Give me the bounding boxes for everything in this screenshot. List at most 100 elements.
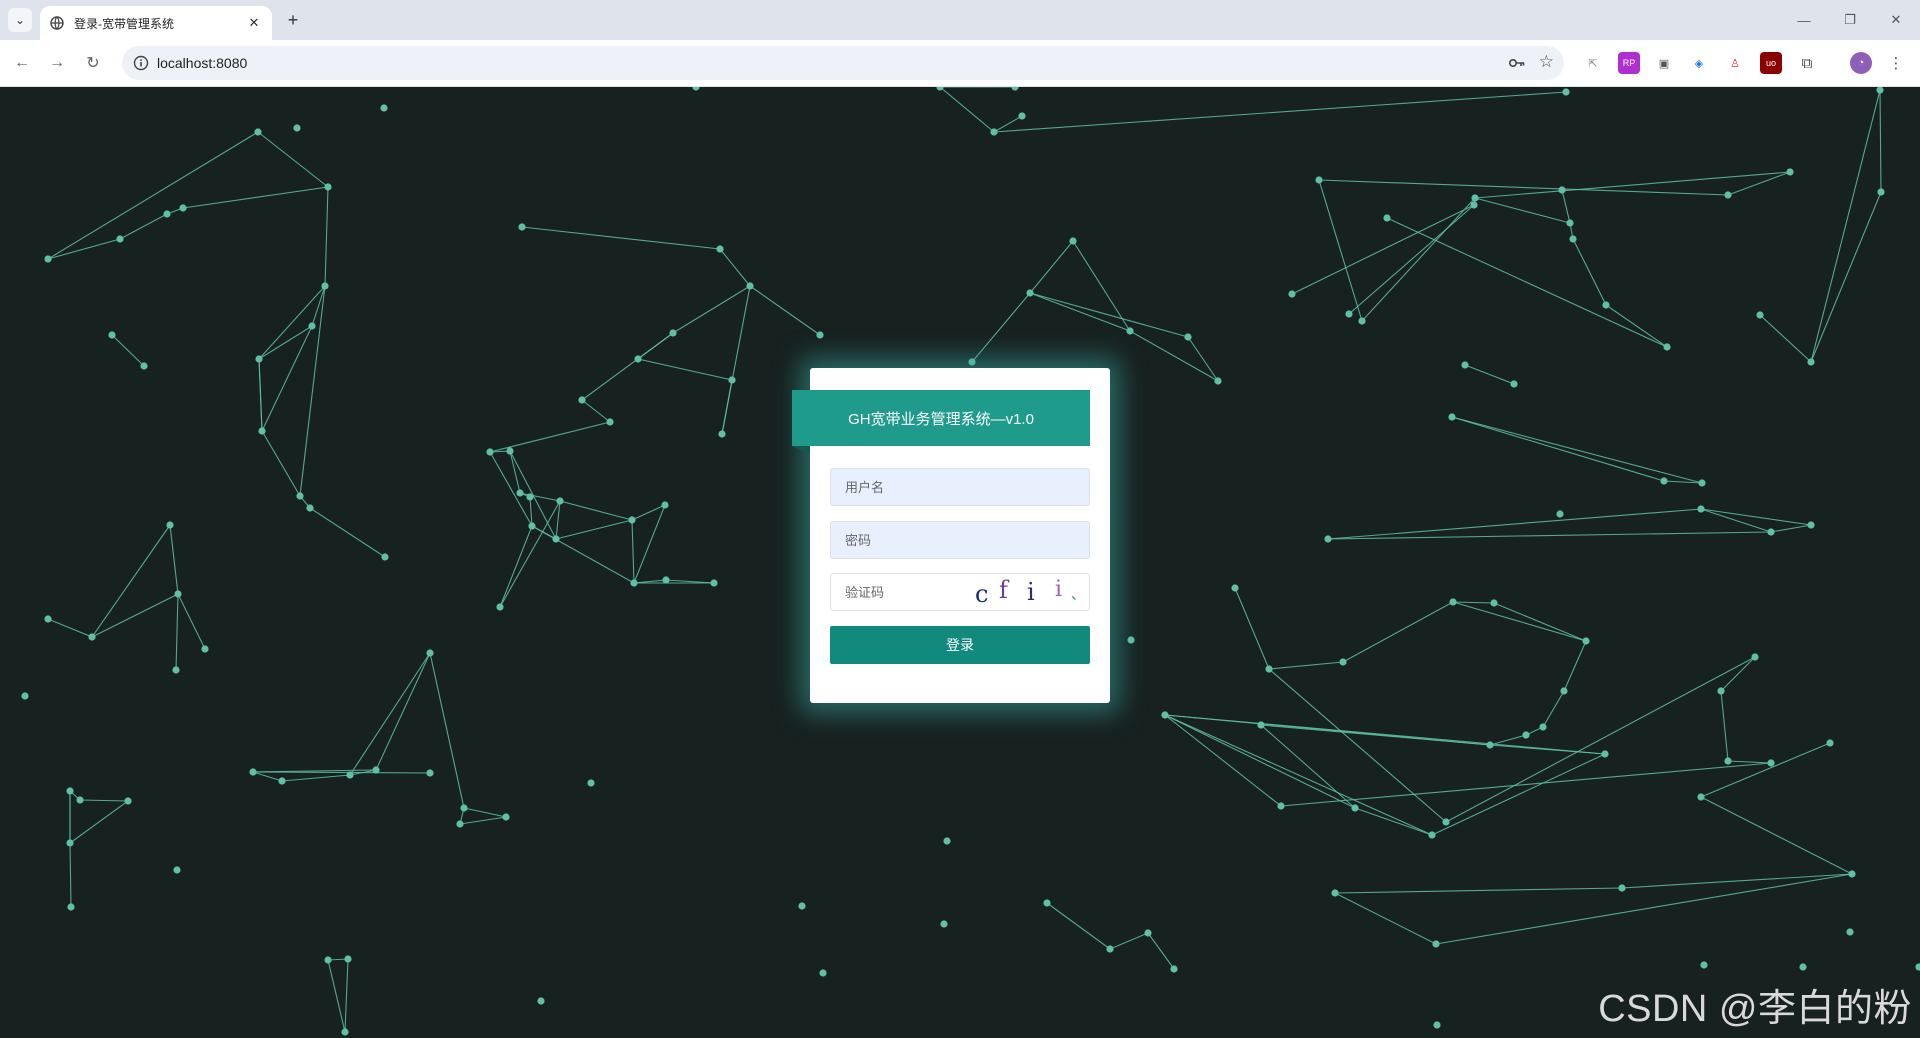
- browser-tab-active[interactable]: 登录-宽带管理系统 ✕: [40, 6, 272, 40]
- particle-dot: [1471, 194, 1479, 202]
- particle-dot: [140, 362, 148, 370]
- particle-dot: [496, 603, 504, 611]
- particle-link: [1563, 640, 1587, 692]
- particle-link: [489, 451, 533, 527]
- reload-icon[interactable]: ↻: [79, 49, 107, 77]
- particle-dot: [308, 322, 316, 330]
- particle-link: [1621, 873, 1853, 889]
- particle-dot: [76, 796, 84, 804]
- username-field[interactable]: [830, 468, 1090, 506]
- minimize-button[interactable]: —: [1784, 6, 1824, 34]
- particle-link: [1759, 314, 1812, 363]
- particle-link: [529, 496, 533, 527]
- back-arrow-icon[interactable]: ←: [8, 49, 36, 77]
- particle-link: [1879, 89, 1882, 193]
- new-tab-button[interactable]: +: [282, 9, 304, 31]
- particle-dot: [1011, 87, 1019, 91]
- particle-dot: [344, 955, 352, 963]
- particle-dot: [108, 331, 116, 339]
- particle-link: [555, 519, 633, 540]
- tab-close-icon[interactable]: ✕: [244, 13, 264, 33]
- site-info-icon[interactable]: [132, 54, 150, 72]
- url-text[interactable]: localhost:8080: [157, 55, 247, 71]
- particle-dot: [341, 1028, 349, 1036]
- username-input[interactable]: [831, 469, 1089, 505]
- particle-link: [1029, 292, 1189, 338]
- captcha-input[interactable]: [831, 574, 961, 610]
- extension-rp-icon[interactable]: RP: [1618, 52, 1640, 74]
- particle-dot: [1560, 687, 1568, 695]
- particle-link: [47, 131, 259, 260]
- particle-dot: [1724, 191, 1732, 199]
- particle-dot: [1767, 528, 1775, 536]
- more-menu-icon[interactable]: ⋮: [1885, 52, 1907, 74]
- particle-dot: [943, 837, 951, 845]
- particle-link: [349, 652, 431, 776]
- extension-game-icon[interactable]: ▣: [1653, 52, 1675, 74]
- particle-dot: [692, 87, 700, 91]
- password-key-icon[interactable]: [1508, 54, 1526, 72]
- particle-link: [1810, 191, 1882, 363]
- particle-link: [258, 358, 263, 432]
- particle-dot: [1127, 636, 1135, 644]
- particle-link: [1727, 171, 1791, 196]
- particle-dot: [66, 787, 74, 795]
- particle-link: [1451, 416, 1665, 482]
- particle-link: [1474, 171, 1791, 199]
- profile-avatar[interactable]: ◔: [1850, 52, 1872, 74]
- particle-link: [1810, 89, 1881, 363]
- particle-dot: [172, 666, 180, 674]
- particle-link: [1451, 416, 1703, 484]
- particle-dot: [1432, 940, 1440, 948]
- password-input[interactable]: [831, 522, 1089, 558]
- particle-dot: [1449, 598, 1457, 606]
- address-bar[interactable]: localhost:8080 ☆: [122, 46, 1564, 80]
- particle-dot: [1231, 584, 1239, 592]
- particle-dot: [1618, 884, 1626, 892]
- bookmark-star-icon[interactable]: ☆: [1539, 52, 1554, 72]
- particle-dot: [249, 768, 257, 776]
- window-close-button[interactable]: ✕: [1876, 6, 1916, 34]
- particle-dot: [746, 282, 754, 290]
- particle-dot: [1214, 377, 1222, 385]
- restore-button[interactable]: ❐: [1830, 6, 1870, 34]
- captcha-image[interactable]: c f i i 、: [961, 576, 1087, 608]
- particle-dot: [502, 813, 510, 821]
- tab-title: 登录-宽带管理系统: [74, 16, 174, 31]
- password-field[interactable]: [830, 521, 1090, 559]
- particle-dot: [1331, 889, 1339, 897]
- particle-link: [1334, 892, 1437, 945]
- particle-link: [1164, 714, 1606, 755]
- particle-link: [1291, 204, 1475, 295]
- captcha-field[interactable]: c f i i 、: [830, 573, 1090, 611]
- particle-dot: [1442, 818, 1450, 826]
- particle-dot: [1324, 535, 1332, 543]
- particle-link: [1386, 217, 1668, 348]
- login-card: GH宽带业务管理系统—v1.0 c f i i 、 登录: [792, 368, 1110, 703]
- extension-people-icon[interactable]: ♙: [1724, 52, 1746, 74]
- forward-arrow-icon[interactable]: →: [43, 49, 71, 77]
- particle-link: [1361, 197, 1476, 322]
- login-button[interactable]: 登录: [830, 626, 1090, 664]
- extension-ublock-icon[interactable]: uo: [1760, 52, 1782, 74]
- extension-layers-icon[interactable]: ◈: [1688, 52, 1710, 74]
- particle-dot: [372, 766, 380, 774]
- particle-link: [1327, 531, 1772, 540]
- particle-dot: [1767, 759, 1775, 767]
- particle-dot: [321, 282, 329, 290]
- particle-dot: [174, 590, 182, 598]
- particle-dot: [278, 777, 286, 785]
- particle-dot: [634, 355, 642, 363]
- particle-dot: [381, 553, 389, 561]
- particle-link: [993, 115, 1023, 133]
- extension-cursor-icon[interactable]: ⇱: [1582, 52, 1604, 74]
- particle-dot: [1807, 521, 1815, 529]
- particle-dot: [1433, 1021, 1441, 1029]
- extensions-puzzle-icon[interactable]: ⧉: [1796, 52, 1818, 74]
- particle-dot: [166, 521, 174, 529]
- particle-dot: [1470, 201, 1478, 209]
- tab-search-button[interactable]: ⌄: [8, 8, 32, 32]
- particle-dot: [716, 245, 724, 253]
- particle-dot: [1569, 235, 1577, 243]
- particle-dot: [1257, 721, 1265, 729]
